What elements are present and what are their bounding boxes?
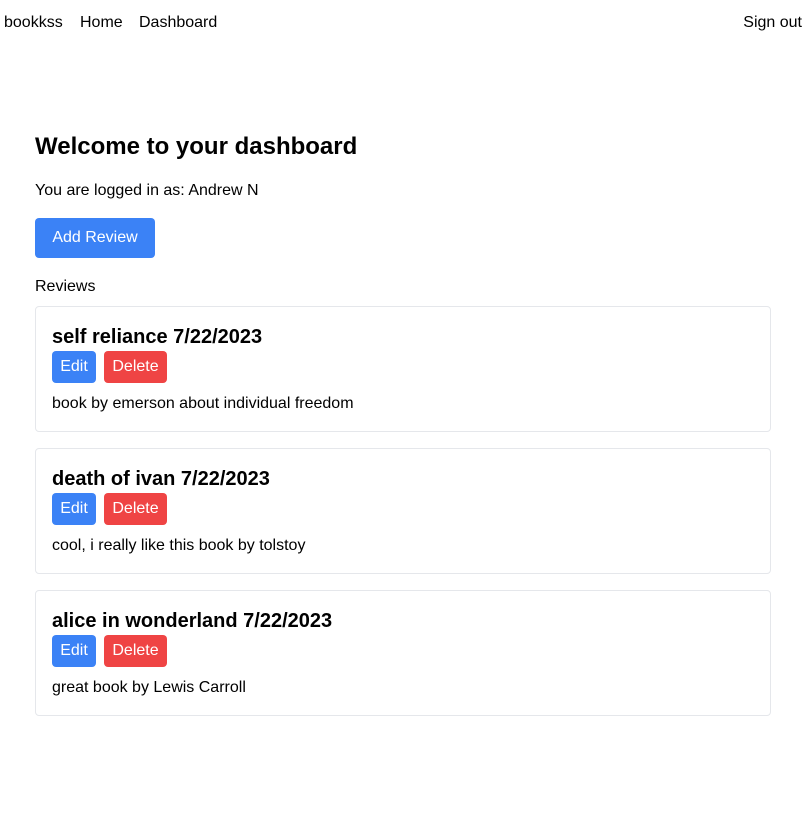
review-title: self reliance 7/22/2023 <box>52 326 263 348</box>
delete-review-button[interactable]: Delete <box>104 493 167 525</box>
delete-review-button[interactable]: Delete <box>104 351 167 383</box>
delete-review-button[interactable]: Delete <box>104 635 167 667</box>
review-title: alice in wonderland 7/22/2023 <box>52 610 333 632</box>
top-nav: bookkss Home Dashboard Sign out <box>0 0 808 44</box>
sign-out-link[interactable]: Sign out <box>743 13 802 32</box>
reviews-heading: Reviews <box>35 278 96 295</box>
review-body: great book by Lewis Carroll <box>52 679 246 696</box>
review-card: self reliance 7/22/2023 Edit Delete book… <box>35 306 771 432</box>
nav-home-link[interactable]: Home <box>80 13 123 32</box>
edit-review-button[interactable]: Edit <box>52 351 96 383</box>
edit-review-button[interactable]: Edit <box>52 493 96 525</box>
review-title: death of ivan 7/22/2023 <box>52 468 270 490</box>
brand-link[interactable]: bookkss <box>4 13 63 32</box>
logged-in-text: You are logged in as: Andrew N <box>35 182 259 199</box>
edit-review-button[interactable]: Edit <box>52 635 96 667</box>
review-card: death of ivan 7/22/2023 Edit Delete cool… <box>35 448 771 574</box>
add-review-button[interactable]: Add Review <box>35 218 155 258</box>
page-title: Welcome to your dashboard <box>35 133 358 160</box>
nav-dashboard-link[interactable]: Dashboard <box>139 13 217 32</box>
review-card: alice in wonderland 7/22/2023 Edit Delet… <box>35 590 771 716</box>
review-body: cool, i really like this book by tolstoy <box>52 537 306 554</box>
review-body: book by emerson about individual freedom <box>52 395 354 412</box>
